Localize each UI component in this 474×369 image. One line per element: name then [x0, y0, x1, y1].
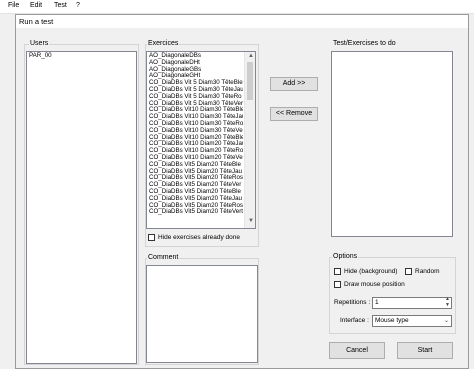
- hide-done-checkbox[interactable]: [148, 234, 155, 241]
- draw-mouse-checkbox[interactable]: [334, 281, 341, 288]
- scroll-thumb[interactable]: [247, 62, 253, 100]
- users-label: Users: [29, 40, 50, 47]
- exercices-label: Exercices: [147, 40, 180, 47]
- interface-label: Interface :: [340, 317, 369, 324]
- random-checkbox[interactable]: [405, 268, 412, 275]
- dialog-titlebar: [15, 14, 469, 28]
- chevron-down-icon[interactable]: ⌄: [444, 316, 449, 326]
- draw-mouse-label: Draw mouse position: [344, 281, 405, 288]
- interface-value: Mouse type: [375, 317, 409, 324]
- repetitions-value: 1: [375, 299, 379, 306]
- scroll-down-icon[interactable]: ▼: [248, 218, 254, 224]
- interface-select[interactable]: Mouse type ⌄: [372, 315, 452, 327]
- dialog-title: Run a test: [19, 17, 54, 26]
- hide-background-label: Hide (background): [344, 268, 398, 275]
- options-label: Options: [332, 253, 359, 260]
- exercices-list[interactable]: AO_DiagonaleDBs AO_DiagonaleDHt AO_Diagona…: [146, 51, 256, 229]
- exercise-item[interactable]: CO_DiaDBs Vit5 Diam20 TêteVert: [147, 209, 243, 216]
- cancel-button[interactable]: Cancel: [329, 342, 385, 359]
- hide-background-checkbox[interactable]: [334, 268, 341, 275]
- repetitions-input[interactable]: 1 ▲ ▼: [372, 297, 452, 309]
- spinner-down-icon[interactable]: ▼: [445, 303, 450, 308]
- add-button[interactable]: Add >>: [270, 77, 318, 91]
- menu-bar: File Edit Test ?: [0, 0, 474, 14]
- comment-label: Comment: [147, 254, 180, 261]
- exercices-scrollbar[interactable]: ▲ ▼: [244, 52, 255, 228]
- todo-list[interactable]: [331, 51, 453, 237]
- menu-help[interactable]: ?: [76, 2, 80, 9]
- comment-textarea[interactable]: [146, 265, 258, 363]
- repetitions-label: Repetitions :: [334, 299, 371, 306]
- menu-file[interactable]: File: [8, 2, 19, 9]
- menu-test[interactable]: Test: [54, 2, 67, 9]
- users-list[interactable]: PAR_00: [26, 51, 137, 364]
- hide-done-label: Hide exercises already done: [158, 234, 241, 241]
- remove-button[interactable]: << Remove: [270, 107, 318, 121]
- menu-edit[interactable]: Edit: [30, 2, 42, 9]
- user-item[interactable]: PAR_00: [27, 52, 136, 60]
- random-label: Random: [415, 268, 440, 275]
- start-button[interactable]: Start: [397, 342, 453, 359]
- scroll-up-icon[interactable]: ▲: [248, 53, 254, 59]
- todo-label: Test/Exercises to do: [333, 40, 396, 47]
